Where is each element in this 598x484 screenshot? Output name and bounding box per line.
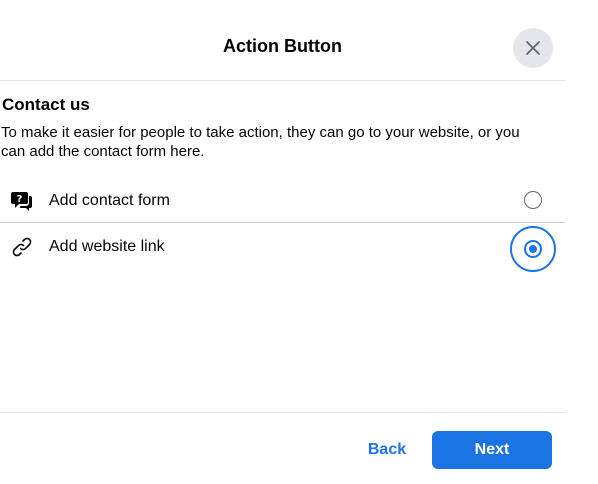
contact-form-icon: ? xyxy=(10,189,34,213)
section-description: To make it easier for people to take act… xyxy=(1,124,520,160)
radio-selected[interactable] xyxy=(524,240,542,258)
option-label: Add contact form xyxy=(49,192,170,209)
option-add-contact-form[interactable]: ? Add contact form xyxy=(0,180,565,223)
dialog-header: Action Button xyxy=(0,0,565,81)
svg-text:?: ? xyxy=(17,194,23,205)
next-button[interactable]: Next xyxy=(432,431,552,469)
dialog-footer: Back Next xyxy=(0,412,565,484)
link-icon xyxy=(10,235,34,259)
option-add-website-link[interactable]: Add website link xyxy=(0,226,565,272)
close-button[interactable] xyxy=(513,28,553,68)
close-icon xyxy=(525,40,541,56)
radio-focus-ring[interactable] xyxy=(510,226,556,272)
back-button[interactable]: Back xyxy=(356,431,418,469)
dialog-title: Action Button xyxy=(223,36,342,56)
action-button-dialog: Action Button Contact us To make it easi… xyxy=(0,0,598,484)
radio-unselected[interactable] xyxy=(524,191,542,209)
option-label: Add website link xyxy=(49,238,165,255)
section-title: Contact us xyxy=(2,95,90,114)
